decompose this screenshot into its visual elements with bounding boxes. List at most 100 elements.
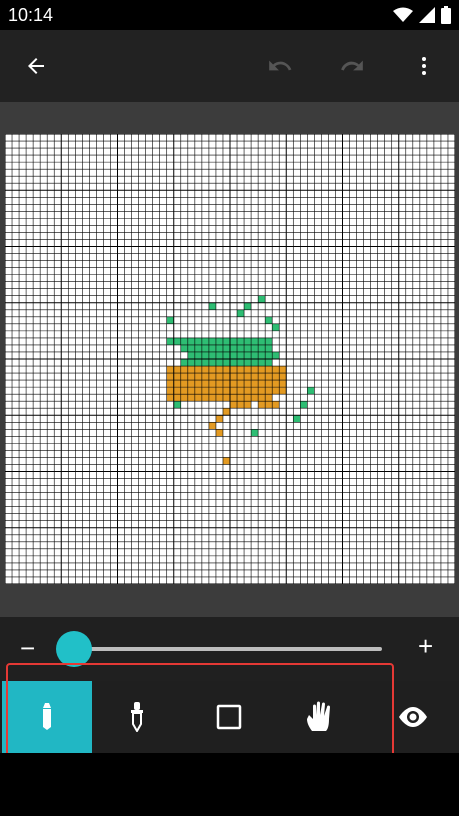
cell-signal-icon <box>419 7 435 23</box>
pixel-cell <box>201 373 209 381</box>
pixel-cell <box>187 387 195 395</box>
pixel-cell <box>194 380 202 388</box>
pixel-cell <box>265 316 273 324</box>
pixel-cell <box>201 387 209 395</box>
pixel-cell <box>230 380 238 388</box>
pixel-cell <box>230 366 238 374</box>
pixel-cell <box>258 359 266 367</box>
pixel-cell <box>173 401 181 409</box>
pixel-cell <box>194 351 202 359</box>
tool-preview[interactable] <box>368 681 458 753</box>
pixel-cell <box>265 366 273 374</box>
pixel-cell <box>215 344 223 352</box>
pixel-cell <box>300 401 308 409</box>
bottom-area <box>0 753 459 816</box>
pixel-cell <box>251 366 259 374</box>
pixel-cell <box>180 366 188 374</box>
pixel-cell <box>237 373 245 381</box>
pencil-icon <box>40 703 54 731</box>
pixel-cell <box>187 359 195 367</box>
tool-hand[interactable] <box>276 681 366 753</box>
pixel-cell <box>237 380 245 388</box>
tool-pencil[interactable] <box>2 681 92 753</box>
pixel-cell <box>215 337 223 345</box>
pixel-cell <box>258 394 266 402</box>
tool-eyedropper[interactable] <box>92 681 182 753</box>
pixel-cell <box>272 401 280 409</box>
pixel-cell <box>251 429 259 437</box>
pixel-cell <box>293 415 301 423</box>
pixel-cell <box>230 351 238 359</box>
pixel-cell <box>258 380 266 388</box>
pixel-cell <box>194 366 202 374</box>
pixel-cell <box>258 351 266 359</box>
zoom-slider-track[interactable] <box>74 647 382 651</box>
pixel-cell <box>258 401 266 409</box>
back-arrow-icon[interactable] <box>14 48 58 84</box>
pixel-cell <box>279 373 287 381</box>
pixel-cell <box>166 366 174 374</box>
pixel-cell <box>201 351 209 359</box>
zoom-slider-thumb[interactable] <box>56 631 92 667</box>
pixel-cell <box>230 337 238 345</box>
pixel-cell <box>244 351 252 359</box>
pixel-grid[interactable] <box>5 134 455 584</box>
pixel-cell <box>180 337 188 345</box>
pixel-cell <box>258 337 266 345</box>
pixel-cell <box>244 337 252 345</box>
pixel-cell <box>180 359 188 367</box>
pixel-cell <box>201 359 209 367</box>
pixel-cell <box>279 366 287 374</box>
pixel-cell <box>215 415 223 423</box>
tool-rectangle[interactable] <box>184 681 274 753</box>
pixel-cell <box>237 351 245 359</box>
pixel-cell <box>237 394 245 402</box>
pixel-cell <box>215 380 223 388</box>
pixel-cell <box>244 366 252 374</box>
pixel-cell <box>244 373 252 381</box>
pixel-cell <box>244 380 252 388</box>
undo-icon[interactable] <box>258 48 302 84</box>
pixel-cell <box>265 344 273 352</box>
pixel-cell <box>272 380 280 388</box>
pixel-cell <box>201 344 209 352</box>
pixel-cell <box>208 422 216 430</box>
pixel-cell <box>180 344 188 352</box>
pixel-cell <box>265 380 273 388</box>
pixel-cell <box>173 337 181 345</box>
zoom-in-button[interactable]: + <box>418 631 433 662</box>
pixel-cell <box>208 302 216 310</box>
pixel-cell <box>230 359 238 367</box>
more-vert-icon[interactable] <box>402 48 446 84</box>
pixel-cell <box>215 387 223 395</box>
pixel-cell <box>194 359 202 367</box>
pixel-cell <box>265 387 273 395</box>
pixel-cell <box>272 323 280 331</box>
pixel-cell <box>265 337 273 345</box>
pixel-cell <box>251 351 259 359</box>
pixel-cell <box>194 373 202 381</box>
eye-icon <box>397 706 429 728</box>
pixel-cell <box>194 337 202 345</box>
redo-icon[interactable] <box>330 48 374 84</box>
pixel-cell <box>237 401 245 409</box>
pixel-cell <box>272 387 280 395</box>
pixel-canvas[interactable] <box>5 134 455 584</box>
pixel-cell <box>180 380 188 388</box>
pixel-cell <box>222 344 230 352</box>
pixel-cell <box>187 344 195 352</box>
pixel-cell <box>279 387 287 395</box>
pixel-cell <box>237 309 245 317</box>
pixel-cell <box>230 387 238 395</box>
pixel-cell <box>208 394 216 402</box>
zoom-out-button[interactable]: − <box>20 633 35 664</box>
pixel-cell <box>187 351 195 359</box>
pixel-cell <box>194 387 202 395</box>
pixel-cell <box>237 337 245 345</box>
pixel-cell <box>194 394 202 402</box>
pixel-cell <box>180 387 188 395</box>
pixel-cell <box>222 387 230 395</box>
pixel-cell <box>201 337 209 345</box>
pixel-cell <box>258 366 266 374</box>
pixel-cell <box>258 387 266 395</box>
